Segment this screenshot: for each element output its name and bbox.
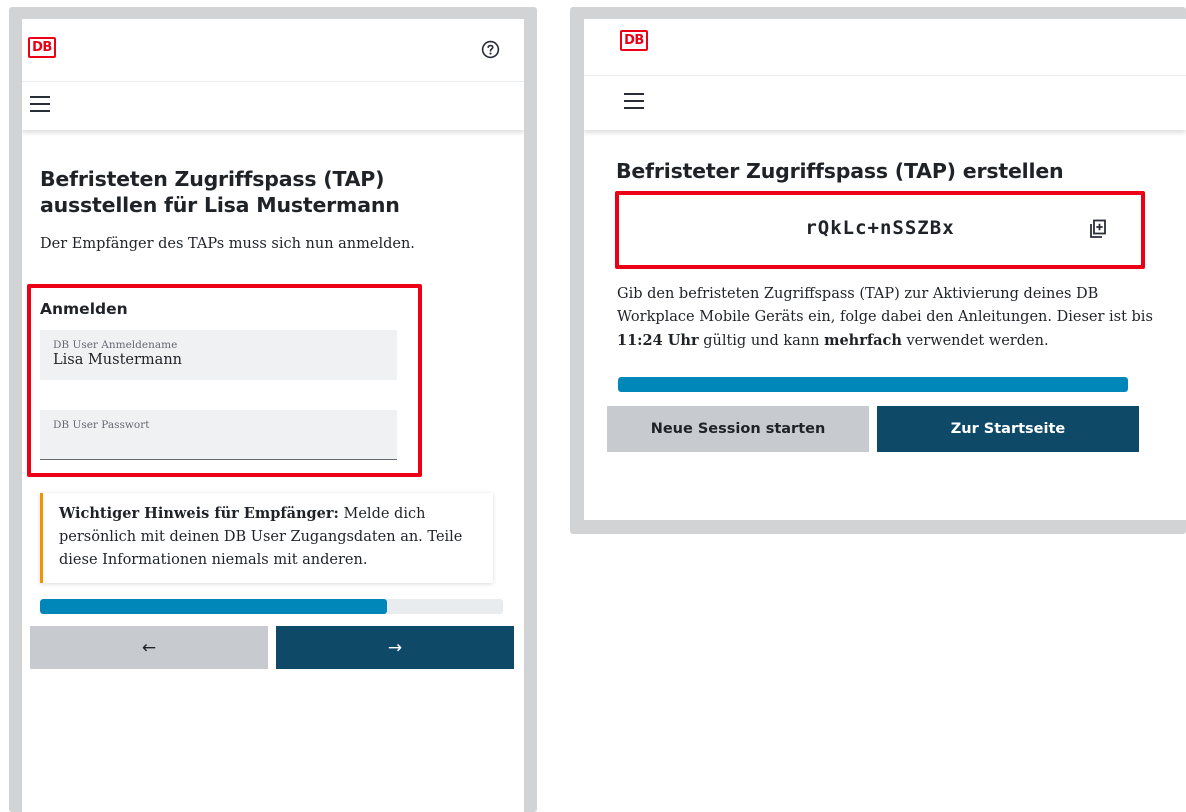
progress-fill bbox=[618, 377, 1128, 392]
info-time: 11:24 Uhr bbox=[617, 332, 699, 349]
username-label: DB User Anmeldename bbox=[53, 339, 178, 351]
info-bold2: mehrfach bbox=[824, 332, 902, 349]
right-device-frame: DB Befristeter Zugriffspass (TAP) erstel… bbox=[570, 7, 1186, 534]
info-part1: Gib den befristeten Zugriffspass (TAP) z… bbox=[617, 286, 1153, 325]
username-field[interactable]: DB User Anmeldename Lisa Mustermann bbox=[40, 330, 397, 380]
copy-icon[interactable] bbox=[1089, 219, 1107, 239]
recipient-notice: Wichtiger Hinweis für Empfänger: Melde d… bbox=[40, 493, 493, 583]
password-label: DB User Passwort bbox=[53, 419, 150, 431]
hamburger-icon[interactable] bbox=[30, 96, 50, 114]
notice-bold: Wichtiger Hinweis für Empfänger: bbox=[59, 505, 339, 522]
menu-bar bbox=[584, 76, 1186, 130]
back-button[interactable]: ← bbox=[30, 626, 268, 669]
password-field[interactable]: DB User Passwort bbox=[40, 410, 397, 460]
left-device-frame: DB Befristeten Zugriffspass (TAP) ausste… bbox=[9, 7, 537, 812]
left-screen: DB Befristeten Zugriffspass (TAP) ausste… bbox=[22, 19, 524, 812]
progress-fill bbox=[40, 599, 388, 614]
question-circle-icon[interactable] bbox=[481, 40, 500, 59]
right-screen: DB Befristeter Zugriffspass (TAP) erstel… bbox=[584, 19, 1186, 520]
top-bar: DB bbox=[22, 19, 524, 82]
login-heading: Anmelden bbox=[40, 300, 128, 318]
top-bar: DB bbox=[584, 19, 1186, 76]
db-logo[interactable]: DB bbox=[620, 30, 648, 51]
progress-bar bbox=[40, 599, 503, 614]
page-title: Befristeter Zugriffspass (TAP) erstellen bbox=[616, 159, 1064, 183]
new-session-button[interactable]: Neue Session starten bbox=[607, 406, 869, 452]
db-logo[interactable]: DB bbox=[28, 37, 56, 58]
tap-code[interactable]: rQkLc+nSSZBx bbox=[619, 217, 1141, 239]
tap-code-box: rQkLc+nSSZBx bbox=[615, 191, 1145, 269]
username-value[interactable]: Lisa Mustermann bbox=[53, 352, 384, 368]
home-button[interactable]: Zur Startseite bbox=[877, 406, 1139, 452]
info-part2: gültig und kann bbox=[698, 333, 825, 349]
page-title: Befristeten Zugriffspass (TAP) ausstelle… bbox=[40, 167, 400, 217]
subtitle: Der Empfänger des TAPs muss sich nun anm… bbox=[40, 236, 415, 252]
tap-info-text: Gib den befristeten Zugriffspass (TAP) z… bbox=[617, 283, 1157, 353]
info-part3: verwendet werden. bbox=[901, 333, 1049, 349]
progress-bar bbox=[618, 377, 1128, 392]
next-button[interactable]: → bbox=[276, 626, 514, 669]
hamburger-icon[interactable] bbox=[624, 93, 644, 111]
menu-bar bbox=[22, 82, 524, 130]
